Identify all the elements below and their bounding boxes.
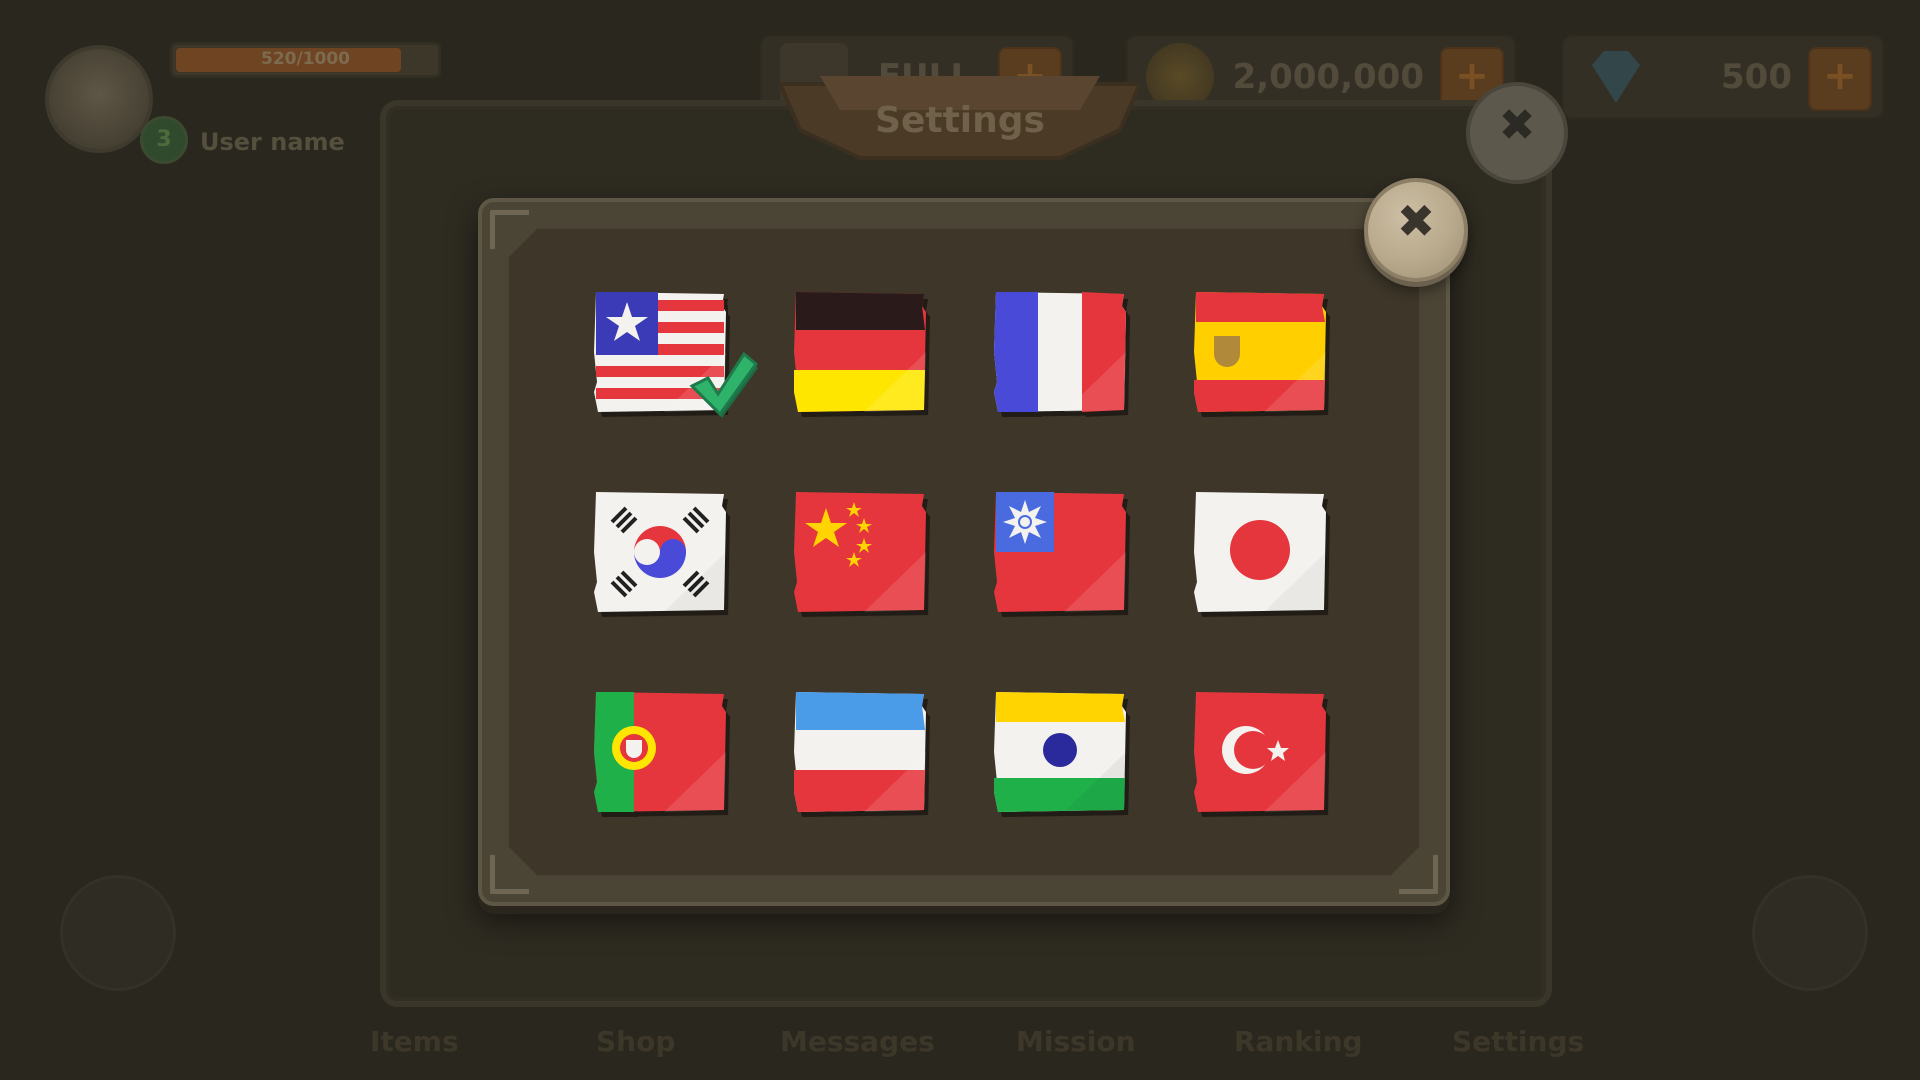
facebook-button[interactable] <box>1752 875 1868 991</box>
china-flag-icon[interactable] <box>794 492 926 612</box>
turkey-flag-icon[interactable] <box>1194 692 1326 812</box>
settings-close-button[interactable] <box>1466 82 1568 184</box>
nav-mission[interactable]: Mission <box>1016 1025 1136 1058</box>
taiwan-flag-icon[interactable] <box>994 492 1126 612</box>
avatar <box>45 45 153 153</box>
japan-flag-icon[interactable] <box>1194 492 1326 612</box>
settings-title: Settings <box>875 100 1045 141</box>
corner-ornament <box>490 855 529 894</box>
portugal-flag-icon[interactable] <box>594 692 726 812</box>
spain-flag-icon[interactable] <box>1194 292 1326 412</box>
close-icon: ✖ <box>1396 194 1436 248</box>
add-gem-button[interactable] <box>1808 47 1872 111</box>
corner-ornament <box>1399 855 1438 894</box>
france-flag-icon[interactable] <box>994 292 1126 412</box>
gem-value: 500 <box>1721 57 1792 97</box>
south-korea-flag-icon[interactable] <box>594 492 726 612</box>
username: User name <box>200 128 345 156</box>
argentina-flag-icon[interactable] <box>794 692 926 812</box>
corner-ornament <box>490 210 529 249</box>
nav-items[interactable]: Items <box>370 1025 459 1058</box>
xp-bar: 520/1000 <box>170 42 441 78</box>
india-flag-icon[interactable] <box>994 692 1126 812</box>
nav-settings[interactable]: Settings <box>1452 1025 1584 1058</box>
close-button[interactable]: ✖ <box>1364 178 1468 282</box>
level-badge: 3 <box>140 116 188 164</box>
germany-flag-icon[interactable] <box>794 292 926 412</box>
nav-shop[interactable]: Shop <box>596 1025 675 1058</box>
gem-resource: 500 <box>1562 35 1884 119</box>
gold-value: 2,000,000 <box>1232 57 1424 97</box>
add-friend-button[interactable] <box>60 875 176 991</box>
nav-ranking[interactable]: Ranking <box>1234 1025 1363 1058</box>
xp-text: 520/1000 <box>260 49 350 69</box>
selected-check-icon <box>689 352 759 418</box>
nav-messages[interactable]: Messages <box>780 1025 935 1058</box>
gem-icon <box>1582 43 1650 111</box>
